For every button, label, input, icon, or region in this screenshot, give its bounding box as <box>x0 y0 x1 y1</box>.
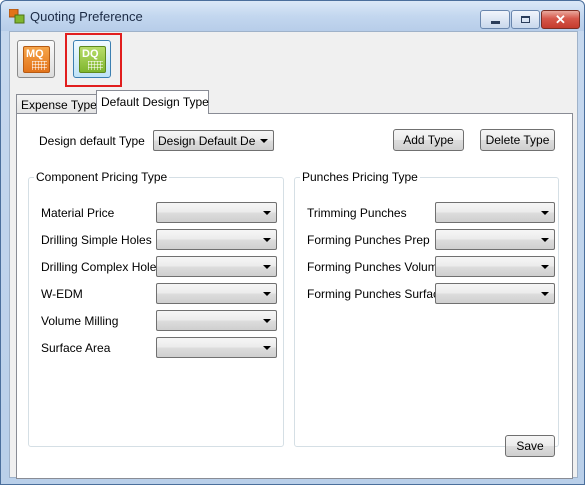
punches-pricing-row-combo[interactable] <box>435 283 555 304</box>
design-default-type-value: Design Default Demo <box>158 134 255 148</box>
component-pricing-row-label: W-EDM <box>41 287 83 301</box>
mq-icon: MQ <box>23 46 50 73</box>
chevron-down-icon <box>263 292 271 296</box>
title-bar[interactable]: Quoting Preference ✕ <box>1 1 584 31</box>
component-pricing-row-combo[interactable] <box>156 229 277 250</box>
chevron-down-icon <box>263 238 271 242</box>
component-pricing-row-combo[interactable] <box>156 202 277 223</box>
minimize-icon <box>490 21 500 24</box>
chevron-down-icon <box>263 265 271 269</box>
dq-button[interactable]: DQ <box>73 40 111 78</box>
punches-pricing-group: Punches Pricing Type Trimming Punches For… <box>294 170 559 447</box>
punches-pricing-row-combo[interactable] <box>435 202 555 223</box>
punches-pricing-title: Punches Pricing Type <box>300 170 420 184</box>
component-pricing-row-combo[interactable] <box>156 283 277 304</box>
design-default-type-combo[interactable]: Design Default Demo <box>153 130 274 151</box>
tab-page-default-design-type: Design default Type Design Default Demo … <box>16 113 573 479</box>
maximize-button[interactable] <box>511 10 540 29</box>
client-area: MQ DQ Expense Types Default Design Type … <box>9 31 578 479</box>
component-pricing-row-label: Surface Area <box>41 341 111 355</box>
save-button[interactable]: Save <box>505 435 555 457</box>
punches-pricing-row-label: Forming Punches Prep <box>307 233 430 247</box>
punches-pricing-row-combo[interactable] <box>435 229 555 250</box>
component-pricing-row-label: Drilling Simple Holes <box>41 233 152 247</box>
chevron-down-icon <box>541 211 549 215</box>
chevron-down-icon <box>263 211 271 215</box>
punches-pricing-row-label: Forming Punches Volume <box>307 260 445 274</box>
punches-pricing-row-combo[interactable] <box>435 256 555 277</box>
tab-default-design-type[interactable]: Default Design Type <box>96 90 209 114</box>
add-type-button[interactable]: Add Type <box>393 129 464 151</box>
tab-expense-types[interactable]: Expense Types <box>16 94 103 115</box>
dq-icon: DQ <box>79 46 106 73</box>
close-button[interactable]: ✕ <box>541 10 580 29</box>
app-icon <box>9 9 25 24</box>
chevron-down-icon <box>263 319 271 323</box>
chevron-down-icon <box>260 139 268 143</box>
delete-type-button[interactable]: Delete Type <box>480 129 555 151</box>
minimize-button[interactable] <box>480 10 510 29</box>
design-default-type-label: Design default Type <box>39 134 145 148</box>
chevron-down-icon <box>263 346 271 350</box>
punches-pricing-row-label: Forming Punches Surface <box>307 287 446 301</box>
component-pricing-row-combo[interactable] <box>156 256 277 277</box>
component-pricing-row-label: Material Price <box>41 206 115 220</box>
component-pricing-row-combo[interactable] <box>156 337 277 358</box>
chevron-down-icon <box>541 238 549 242</box>
close-icon: ✕ <box>555 11 566 27</box>
chevron-down-icon <box>541 292 549 296</box>
chevron-down-icon <box>541 265 549 269</box>
window-title: Quoting Preference <box>30 9 143 24</box>
punches-pricing-row-label: Trimming Punches <box>307 206 407 220</box>
quoting-preference-window: Quoting Preference ✕ MQ DQ Expense Types… <box>0 0 585 485</box>
maximize-icon <box>521 16 530 23</box>
component-pricing-group: Component Pricing Type Material Price Dri… <box>28 170 284 447</box>
component-pricing-title: Component Pricing Type <box>34 170 170 184</box>
component-pricing-row-label: Drilling Complex Holes <box>41 260 163 274</box>
mq-button[interactable]: MQ <box>17 40 55 78</box>
component-pricing-row-combo[interactable] <box>156 310 277 331</box>
component-pricing-row-label: Volume Milling <box>41 314 119 328</box>
